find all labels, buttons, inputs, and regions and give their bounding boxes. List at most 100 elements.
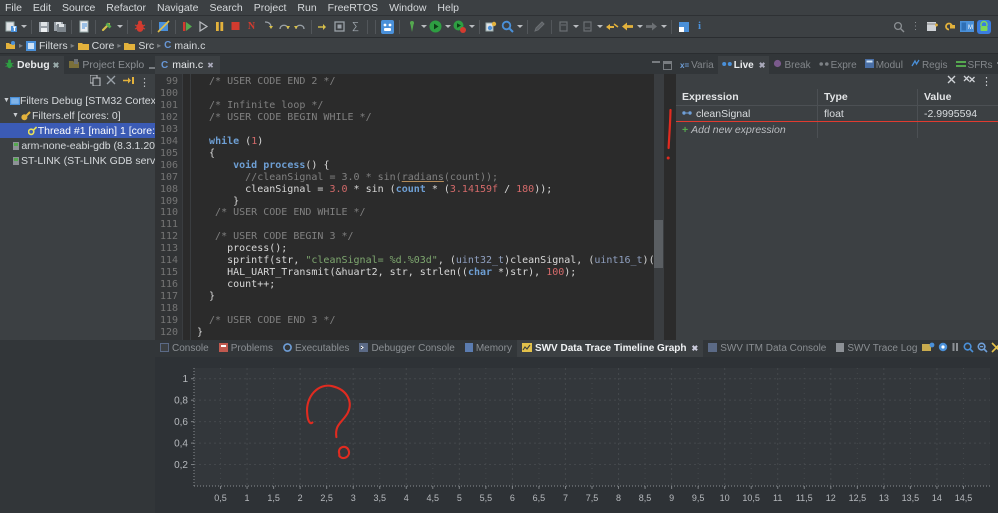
cell-expression[interactable]: cleanSignal: [676, 106, 818, 121]
build-dropdown-icon[interactable]: [116, 19, 123, 35]
tab-debugger-console[interactable]: Debugger Console: [354, 340, 459, 357]
chevron-down-icon[interactable]: ▼: [11, 112, 20, 119]
save-icon[interactable]: [36, 19, 51, 35]
tab-console[interactable]: Console: [155, 340, 214, 357]
clear-graph-icon[interactable]: [991, 341, 998, 356]
column-header-value[interactable]: Value: [918, 89, 998, 105]
build-hammer-icon[interactable]: [100, 19, 115, 35]
table-row[interactable]: cleanSignal float -2.9995594: [676, 106, 998, 122]
code-line[interactable]: /* USER CODE BEGIN 3 */: [197, 231, 663, 243]
tab-sfrs[interactable]: SFRs: [952, 56, 997, 74]
code-line[interactable]: }: [197, 327, 663, 339]
perspective-cproject-icon[interactable]: [942, 19, 957, 35]
run-green-icon[interactable]: [428, 19, 443, 35]
menu-item-navigate[interactable]: Navigate: [157, 2, 198, 14]
code-line[interactable]: /* USER CODE BEGIN WHILE */: [197, 112, 663, 124]
breadcrumb-item-filters[interactable]: Filters: [26, 40, 68, 52]
save-all-icon[interactable]: [52, 19, 67, 35]
remove-all-expressions-icon[interactable]: [963, 75, 976, 88]
code-line[interactable]: /* Infinite loop */: [197, 100, 663, 112]
breadcrumb-root-icon[interactable]: [5, 40, 16, 51]
close-icon[interactable]: ✖: [53, 61, 60, 70]
column-header-expression[interactable]: Expression: [676, 89, 818, 105]
perspective-debug-icon[interactable]: [380, 19, 395, 35]
code-line[interactable]: [197, 88, 663, 100]
code-line[interactable]: //cleanSignal = 3.0 * sin(radians(count)…: [197, 172, 663, 184]
tab-main-c[interactable]: C main.c ✖: [155, 56, 220, 74]
new-file-icon[interactable]: [76, 19, 91, 35]
close-icon[interactable]: ✖: [692, 344, 699, 353]
tree-row-elf[interactable]: ▼ Filters.elf [cores: 0]: [0, 108, 155, 123]
menu-item-project[interactable]: Project: [254, 2, 287, 14]
new-dropdown-icon[interactable]: [20, 19, 27, 35]
tab-expressions[interactable]: Expre: [815, 56, 861, 74]
back-dropdown-icon[interactable]: [636, 19, 643, 35]
breadcrumb-item-core[interactable]: Core: [77, 40, 114, 52]
menu-item-file[interactable]: File: [5, 2, 22, 14]
code-line[interactable]: process();: [197, 243, 663, 255]
code-line[interactable]: count++;: [197, 279, 663, 291]
code-line[interactable]: /* USER CODE END WHILE */: [197, 207, 663, 219]
tree-row-thread[interactable]: Thread #1 [main] 1 [core:: [0, 123, 155, 138]
menu-item-refactor[interactable]: Refactor: [106, 2, 146, 14]
tab-project-explorer[interactable]: Project Explo: [64, 56, 149, 74]
close-icon[interactable]: ✖: [759, 61, 766, 70]
tab-executables[interactable]: Executables: [278, 340, 354, 357]
show-debug-toolbar-icon[interactable]: [122, 75, 134, 89]
suspend-pause-icon[interactable]: [212, 19, 227, 35]
tree-row-gdb[interactable]: arm-none-eabi-gdb (8.3.1.20: [0, 138, 155, 153]
run-as-icon[interactable]: [404, 19, 419, 35]
remove-expression-icon[interactable]: [947, 75, 958, 88]
folding-margin[interactable]: [183, 74, 191, 340]
view-menu-icon[interactable]: ⋮: [139, 76, 150, 89]
step-over-icon[interactable]: [276, 19, 291, 35]
info-icon[interactable]: i: [692, 19, 707, 35]
cell-add-expression[interactable]: + Add new expression: [676, 122, 818, 138]
terminate-stop-icon[interactable]: [228, 19, 243, 35]
tab-live-expressions[interactable]: Live ✖: [717, 56, 770, 74]
overview-ruler[interactable]: [663, 74, 676, 340]
menu-item-window[interactable]: Window: [389, 2, 426, 14]
chevron-down-icon[interactable]: ▼: [3, 97, 10, 104]
menu-item-source[interactable]: Source: [62, 2, 95, 14]
back-icon[interactable]: [620, 19, 635, 35]
code-line[interactable]: [197, 219, 663, 231]
copy-stack-icon[interactable]: [89, 74, 101, 89]
swv-start-trace-icon[interactable]: [938, 342, 948, 355]
run-dropdown-icon[interactable]: [420, 19, 427, 35]
source-code[interactable]: /* USER CODE END 2 */ /* Infinite loop *…: [191, 74, 663, 340]
step-into-icon[interactable]: [260, 19, 275, 35]
tab-memory[interactable]: Memory: [460, 340, 517, 357]
menu-item-freertos[interactable]: FreeRTOS: [328, 2, 378, 14]
open-type-icon[interactable]: [484, 19, 499, 35]
code-line[interactable]: sprintf(str, "cleanSignal= %d.%03d", (ui…: [197, 255, 663, 267]
perspective-stm32-icon[interactable]: [976, 19, 991, 35]
menu-item-run[interactable]: Run: [297, 2, 316, 14]
tree-row-launch[interactable]: ▼ Filters Debug [STM32 Cortex-M: [0, 93, 155, 108]
breadcrumb-item-src[interactable]: Src: [124, 40, 154, 52]
debug-config-icon[interactable]: [452, 19, 467, 35]
pin-editor-icon[interactable]: [676, 19, 691, 35]
code-line[interactable]: while (1): [197, 136, 663, 148]
code-line[interactable]: cleanSignal = 3.0 * sin (count * (3.1415…: [197, 184, 663, 196]
tab-swv-itm-data-console[interactable]: SWV ITM Data Console: [703, 340, 831, 357]
remove-all-terminated-icon[interactable]: [106, 75, 117, 89]
editor-vertical-scrollbar[interactable]: [654, 74, 663, 340]
breadcrumb-item-mainc[interactable]: C main.c: [164, 40, 205, 52]
search-icon[interactable]: [500, 19, 515, 35]
debug-bug-icon[interactable]: [132, 19, 147, 35]
toolbar-overflow-icon[interactable]: ⋮: [908, 19, 923, 35]
code-line[interactable]: }: [197, 291, 663, 303]
swv-pause-icon[interactable]: [951, 342, 960, 355]
perspective-open-icon[interactable]: [925, 19, 940, 35]
disconnect-icon[interactable]: N: [244, 19, 259, 35]
skip-breakpoints-icon[interactable]: [156, 19, 171, 35]
instruction-stepping-icon[interactable]: [316, 19, 331, 35]
tree-row-stlink[interactable]: ST-LINK (ST-LINK GDB serve: [0, 153, 155, 168]
step-return-icon[interactable]: [292, 19, 307, 35]
tab-debug[interactable]: Debug ✖: [0, 56, 65, 74]
run-green-dropdown-icon[interactable]: [444, 19, 451, 35]
code-line[interactable]: [197, 303, 663, 315]
resume-icon[interactable]: [180, 19, 195, 35]
quick-access-search-icon[interactable]: [891, 19, 906, 35]
